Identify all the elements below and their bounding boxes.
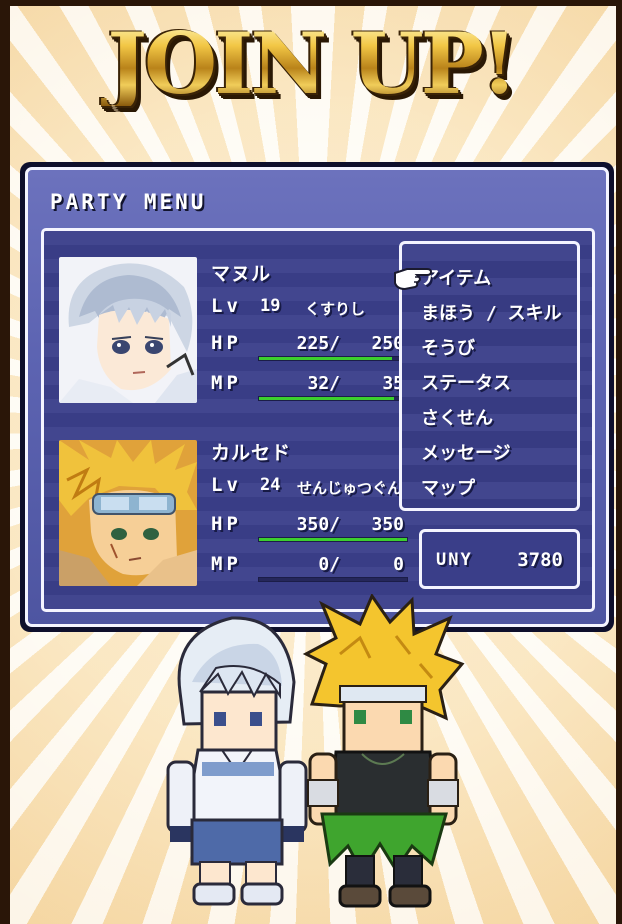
level-value: 19	[260, 296, 281, 316]
hp-bar	[258, 537, 408, 542]
menu-item-equip[interactable]: そうび	[421, 334, 475, 360]
menu-item-map[interactable]: マップ	[421, 474, 475, 500]
menu-item-status[interactable]: ステータス	[421, 369, 511, 395]
mp-current: 0/	[318, 554, 340, 575]
party-menu-header: PARTY MENU	[50, 190, 207, 214]
portrait-manul[interactable]	[59, 257, 197, 403]
mp-max: 0	[393, 554, 404, 575]
character-name: マヌル	[211, 263, 272, 285]
hp-max: 350	[371, 514, 404, 535]
hp-bar-fill	[259, 357, 393, 360]
hp-max: 250	[371, 333, 404, 354]
pointing-hand-icon	[394, 268, 433, 291]
hp-label: HP	[211, 332, 242, 354]
mp-label: MP	[211, 553, 242, 575]
join-up-title: JOIN UP!	[0, 22, 622, 106]
spiky-blond-portrait-icon	[59, 440, 197, 586]
portrait-karsedo[interactable]	[59, 440, 197, 586]
silver-haired-portrait-icon	[59, 257, 197, 403]
hp-current: 350/	[296, 514, 340, 535]
money-box: UNY 3780	[419, 529, 580, 589]
currency-label: UNY	[436, 550, 473, 570]
mp-bar-fill	[259, 397, 395, 400]
character-name: カルセド	[211, 442, 292, 464]
silver-haired-sprite-icon[interactable]	[162, 612, 312, 912]
menu-item-magic-skill[interactable]: まほう / スキル	[421, 299, 562, 325]
job-name: くすりし	[305, 300, 366, 318]
spiky-blond-sprite-icon[interactable]	[300, 594, 470, 912]
hp-current: 225/	[296, 333, 340, 354]
mp-max: 35	[382, 373, 404, 394]
hp-bar-fill	[259, 538, 407, 541]
frame-left	[0, 0, 10, 924]
mp-label: MP	[211, 372, 242, 394]
level-label: Lv	[211, 474, 242, 496]
hp-label: HP	[211, 513, 242, 535]
menu-item-tactics[interactable]: さくせん	[421, 404, 493, 430]
menu-item-message[interactable]: メッセージ	[421, 439, 511, 465]
currency-amount: 3780	[517, 549, 563, 571]
frame-right	[616, 0, 622, 924]
mp-current: 32/	[307, 373, 340, 394]
level-label: Lv	[211, 295, 242, 317]
level-value: 24	[260, 475, 281, 495]
mp-bar	[258, 396, 408, 401]
mp-bar	[258, 577, 408, 582]
hp-bar	[258, 356, 408, 361]
